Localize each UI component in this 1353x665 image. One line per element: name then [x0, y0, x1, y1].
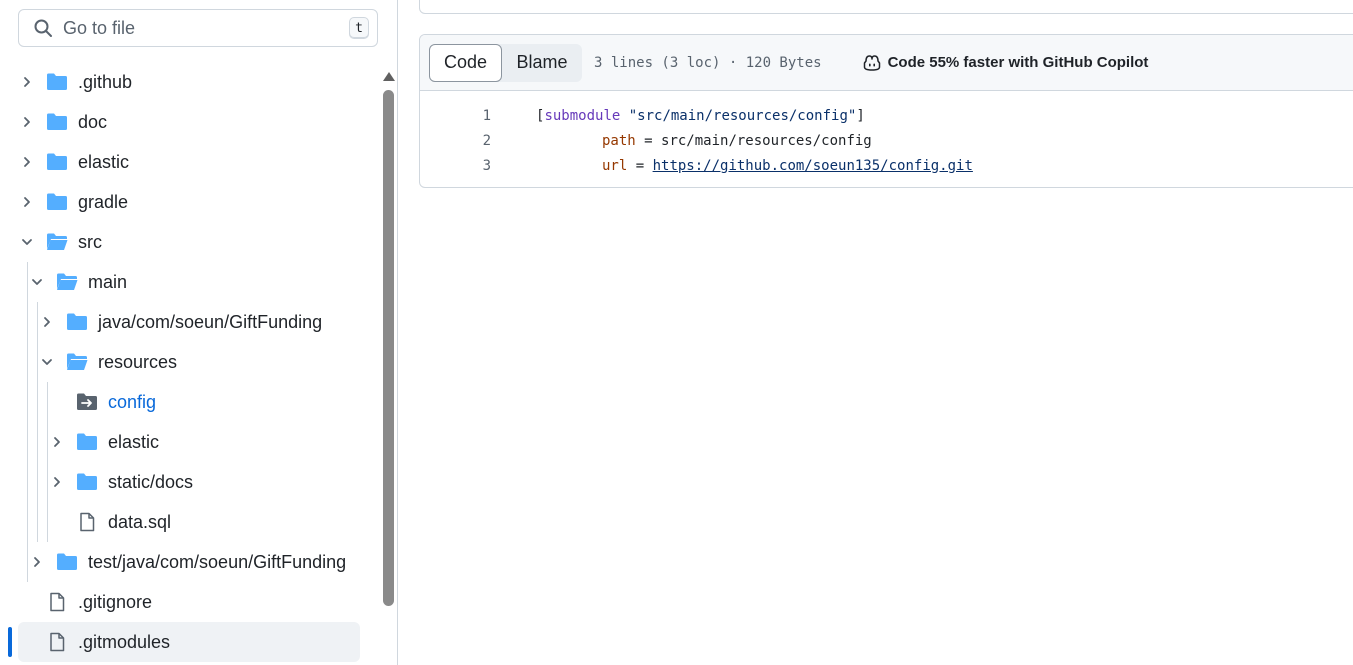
chevron-down-icon[interactable]: [38, 353, 56, 371]
token-value: src/main/resources/config: [661, 132, 872, 149]
go-to-file-search[interactable]: t: [18, 9, 378, 47]
chevron-right-icon[interactable]: [18, 73, 36, 91]
tree-item-label: main: [88, 271, 128, 292]
tree-item-static-docs-folder[interactable]: static/docs: [18, 462, 360, 502]
code-content: 1 [submodule "src/main/resources/config"…: [420, 91, 1353, 178]
line-number[interactable]: 2: [420, 133, 491, 149]
chevron-right-icon[interactable]: [18, 113, 36, 131]
folder-icon: [67, 313, 87, 330]
token-key: url: [602, 157, 628, 174]
token-section: submodule: [544, 107, 621, 124]
view-mode-toggle: Code Blame: [429, 43, 582, 82]
code-tab-button[interactable]: Code: [429, 43, 502, 82]
token-url-link[interactable]: https://github.com/soeun135/config.git: [653, 158, 973, 174]
tree-item-doc-folder[interactable]: doc: [18, 102, 360, 142]
scroll-up-arrow-icon[interactable]: [383, 72, 395, 81]
tree-item-test-folder[interactable]: test/java/com/soeun/GiftFunding: [18, 542, 360, 582]
folder-icon: [47, 153, 67, 170]
line-source: path = src/main/resources/config: [536, 133, 872, 149]
tree-item-config-submodule[interactable]: config: [18, 382, 360, 422]
blame-tab-button[interactable]: Blame: [502, 44, 582, 82]
file-tree-sidebar: t .github doc elastic gradle: [0, 0, 398, 665]
folder-icon: [47, 113, 67, 130]
tree-item-src-folder[interactable]: src: [18, 222, 360, 262]
tree-item-label: config: [108, 391, 157, 412]
tree-item-gitignore-file[interactable]: .gitignore: [18, 582, 360, 622]
chevron-right-icon[interactable]: [18, 153, 36, 171]
chevron-right-icon[interactable]: [28, 553, 46, 571]
search-input[interactable]: [63, 17, 349, 39]
keyboard-shortcut-hint: t: [349, 17, 369, 39]
tree-item-elastic-folder[interactable]: elastic: [18, 142, 360, 182]
tree-item-data-sql-file[interactable]: data.sql: [18, 502, 360, 542]
token-equals: =: [627, 157, 653, 174]
file-meta-info: 3 lines (3 loc) · 120 Bytes: [594, 54, 822, 71]
tree-item-github-folder[interactable]: .github: [18, 62, 360, 102]
code-line: 1 [submodule "src/main/resources/config"…: [420, 103, 1353, 128]
folder-icon: [47, 193, 67, 210]
tree-item-label: .github: [78, 71, 133, 92]
previous-section-box: [419, 0, 1353, 14]
search-icon: [34, 19, 52, 37]
tree-item-main-folder[interactable]: main: [18, 262, 360, 302]
file-icon: [50, 592, 65, 612]
tree-item-label: resources: [98, 351, 178, 372]
chevron-right-icon[interactable]: [48, 433, 66, 451]
file-icon: [50, 632, 65, 652]
folder-open-icon: [67, 353, 88, 370]
tree-item-label: elastic: [108, 431, 160, 452]
folder-open-icon: [47, 233, 68, 250]
line-number[interactable]: 1: [420, 108, 491, 124]
tree-item-label: test/java/com/soeun/GiftFunding: [88, 551, 347, 572]
chevron-down-icon[interactable]: [18, 233, 36, 251]
tree-item-label: java/com/soeun/GiftFunding: [98, 311, 323, 332]
folder-icon: [57, 553, 77, 570]
folder-icon: [77, 473, 97, 490]
folder-open-icon: [57, 273, 78, 290]
tree-item-label: elastic: [78, 151, 130, 172]
file-viewer: Code Blame 3 lines (3 loc) · 120 Bytes C…: [419, 34, 1353, 188]
folder-icon: [47, 73, 67, 90]
scrollbar-thumb[interactable]: [383, 90, 394, 606]
code-line: 2 path = src/main/resources/config: [420, 128, 1353, 153]
chevron-right-icon[interactable]: [48, 473, 66, 491]
submodule-folder-icon: [77, 393, 97, 410]
token-key: path: [602, 132, 636, 149]
tree-item-resources-folder[interactable]: resources: [18, 342, 360, 382]
tree-item-label: .gitmodules: [78, 631, 171, 652]
chevron-right-icon[interactable]: [38, 313, 56, 331]
token-equals: =: [635, 132, 662, 149]
folder-icon: [77, 433, 97, 450]
line-number[interactable]: 3: [420, 158, 491, 174]
tree-item-gradle-folder[interactable]: gradle: [18, 182, 360, 222]
tree-item-label: data.sql: [108, 511, 172, 532]
tree-item-label: .gitignore: [78, 591, 153, 612]
tree-item-label: static/docs: [108, 471, 194, 492]
tree-item-label: gradle: [78, 191, 129, 212]
line-source: [submodule "src/main/resources/config"]: [536, 108, 865, 124]
copilot-promo-text: Code 55% faster with GitHub Copilot: [887, 54, 1149, 71]
tree-item-java-folder[interactable]: java/com/soeun/GiftFunding: [18, 302, 360, 342]
chevron-down-icon[interactable]: [28, 273, 46, 291]
line-source: url = https://github.com/soeun135/config…: [536, 158, 973, 174]
code-line: 3 url = https://github.com/soeun135/conf…: [420, 153, 1353, 178]
active-item-indicator: [8, 627, 12, 657]
token-string: "src/main/resources/config": [628, 107, 857, 124]
chevron-right-icon[interactable]: [18, 193, 36, 211]
copilot-icon: [863, 54, 880, 71]
file-icon: [80, 512, 95, 532]
copilot-promo-link[interactable]: Code 55% faster with GitHub Copilot: [862, 53, 1149, 73]
token-bracket: ]: [856, 107, 865, 124]
tree-item-label: doc: [78, 111, 108, 132]
file-header: Code Blame 3 lines (3 loc) · 120 Bytes C…: [420, 35, 1353, 91]
tree-item-resources-elastic-folder[interactable]: elastic: [18, 422, 360, 462]
tree-item-gitmodules-file[interactable]: .gitmodules: [18, 622, 360, 662]
tree-item-label: src: [78, 231, 102, 252]
